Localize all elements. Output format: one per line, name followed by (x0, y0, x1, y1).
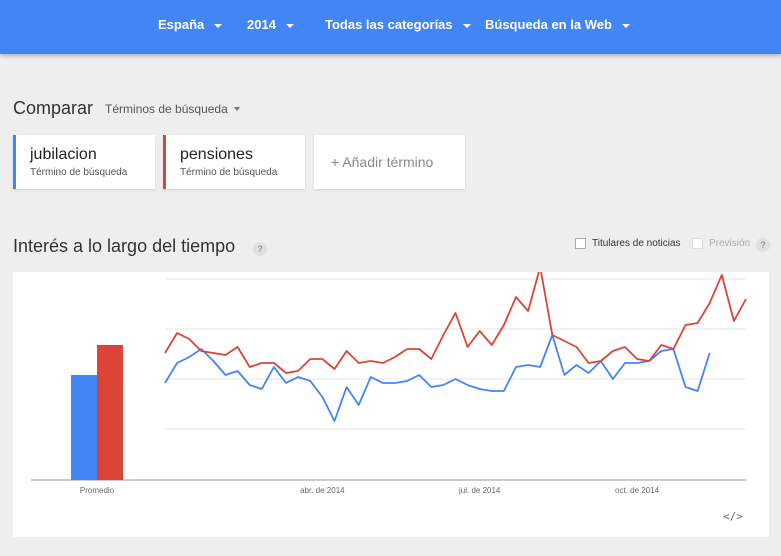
caret-down-icon (233, 107, 240, 112)
average-bar-jubilacion (71, 375, 97, 480)
news-headlines-checkbox[interactable] (575, 238, 586, 249)
term-card-pensiones[interactable]: pensiones Término de búsqueda (163, 135, 305, 189)
caret-down-icon (621, 23, 630, 28)
category-filter[interactable]: Todas las categorías (325, 17, 471, 32)
caret-down-icon (285, 23, 294, 28)
interest-chart: Promedio abr. de 2014 jul. de 2014 oct. de … (31, 272, 747, 495)
help-icon[interactable]: ? (253, 242, 267, 256)
term-color-bar (13, 135, 16, 189)
term-card-jubilacion[interactable]: jubilacion Término de búsqueda (13, 135, 155, 189)
compare-type-dropdown[interactable]: Términos de búsqueda (105, 102, 240, 116)
search-type-filter-label: Búsqueda en la Web (485, 17, 612, 32)
country-filter-label: España (158, 17, 205, 32)
add-term-button[interactable]: + Añadir término (314, 135, 465, 189)
interest-chart-panel: Promedio abr. de 2014 jul. de 2014 oct. de … (13, 272, 769, 537)
x-tick-label: oct. de 2014 (615, 486, 660, 495)
forecast-option: Previsión (692, 238, 750, 249)
term-type: Término de búsqueda (30, 167, 128, 178)
period-filter[interactable]: 2014 (247, 17, 294, 32)
compare-title: Comparar (13, 98, 94, 118)
forecast-label: Previsión (709, 238, 751, 249)
term-type: Término de búsqueda (180, 167, 278, 178)
caret-down-icon (462, 23, 471, 28)
x-tick-label: jul. de 2014 (458, 486, 501, 495)
add-term-label: + Añadir término (331, 154, 434, 170)
average-bar-pensiones (97, 345, 123, 480)
embed-code-icon[interactable]: </> (723, 510, 743, 523)
news-headlines-label: Titulares de noticias (592, 238, 681, 249)
category-filter-label: Todas las categorías (325, 17, 453, 32)
period-filter-label: 2014 (247, 17, 276, 32)
top-filter-bar: España 2014 Todas las categorías Búsqued… (0, 0, 781, 54)
caret-down-icon (214, 23, 223, 28)
x-tick-label: abr. de 2014 (300, 486, 345, 495)
forecast-checkbox (692, 238, 703, 249)
compare-type-label: Términos de búsqueda (105, 101, 228, 116)
term-color-bar (163, 135, 166, 189)
term-name: jubilacion (30, 146, 97, 163)
term-name: pensiones (180, 146, 253, 163)
country-filter[interactable]: España (158, 17, 223, 32)
search-type-filter[interactable]: Búsqueda en la Web (485, 17, 630, 32)
forecast-help-icon[interactable]: ? (756, 238, 770, 252)
news-headlines-option[interactable]: Titulares de noticias (575, 238, 681, 249)
average-label: Promedio (80, 486, 115, 495)
interest-title: Interés a lo largo del tiempo (13, 236, 236, 256)
series-line-pensiones (164, 272, 747, 374)
compare-row: Comparar Términos de búsqueda (13, 98, 240, 119)
